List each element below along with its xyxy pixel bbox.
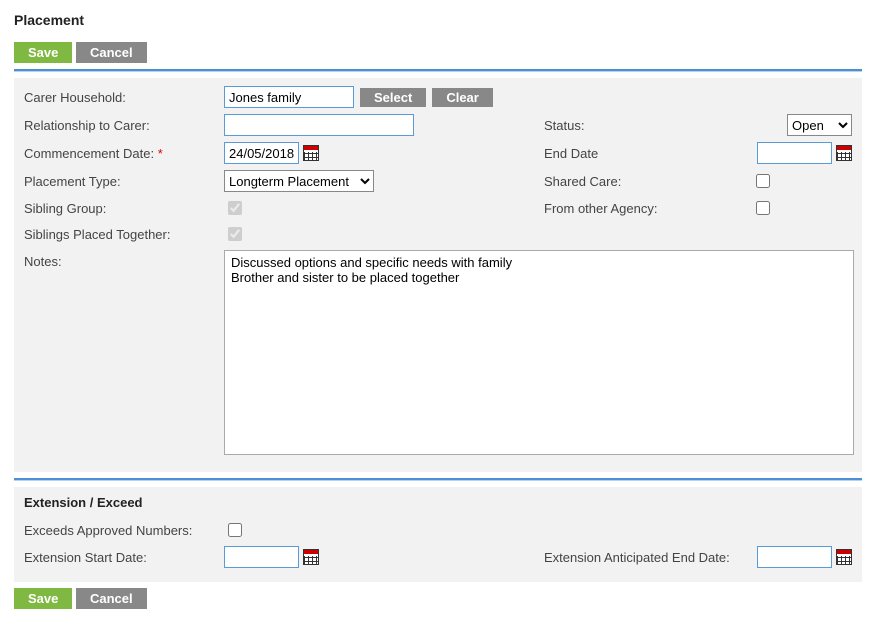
status-select[interactable]: Open (787, 114, 852, 136)
ext-start-input[interactable] (224, 546, 299, 568)
calendar-icon[interactable] (303, 549, 319, 565)
extension-heading: Extension / Exceed (24, 495, 852, 510)
notes-textarea[interactable] (224, 250, 854, 455)
save-button-bottom[interactable]: Save (14, 588, 72, 609)
from-other-agency-checkbox[interactable] (756, 201, 770, 215)
shared-care-checkbox[interactable] (756, 174, 770, 188)
bottom-button-row: Save Cancel (14, 588, 862, 609)
commencement-date-input[interactable] (224, 142, 299, 164)
cancel-button-top[interactable]: Cancel (76, 42, 147, 63)
relationship-label: Relationship to Carer: (24, 118, 224, 133)
calendar-icon[interactable] (836, 549, 852, 565)
divider-mid (14, 478, 862, 481)
clear-button[interactable]: Clear (432, 88, 493, 107)
save-button-top[interactable]: Save (14, 42, 72, 63)
page-title: Placement (14, 12, 862, 28)
top-button-row: Save Cancel (14, 42, 862, 63)
calendar-icon[interactable] (303, 145, 319, 161)
sibling-group-label: Sibling Group: (24, 201, 224, 216)
siblings-together-checkbox[interactable] (228, 227, 242, 241)
ext-end-input[interactable] (757, 546, 832, 568)
exceeds-checkbox[interactable] (228, 523, 242, 537)
relationship-input[interactable] (224, 114, 414, 136)
carer-household-controls: Select Clear (224, 86, 544, 108)
ext-end-label: Extension Anticipated End Date: (544, 550, 752, 565)
required-asterisk: * (158, 146, 163, 161)
cancel-button-bottom[interactable]: Cancel (76, 588, 147, 609)
placement-type-label: Placement Type: (24, 174, 224, 189)
shared-care-label: Shared Care: (544, 174, 752, 189)
extension-panel: Extension / Exceed Exceeds Approved Numb… (14, 487, 862, 582)
ext-start-label: Extension Start Date: (24, 550, 224, 565)
exceeds-label: Exceeds Approved Numbers: (24, 523, 224, 538)
placement-type-select[interactable]: Longterm Placement (224, 170, 374, 192)
placement-panel: Carer Household: Select Clear Relationsh… (14, 78, 862, 472)
end-date-input[interactable] (757, 142, 832, 164)
commencement-label: Commencement Date: * (24, 146, 224, 161)
sibling-group-checkbox[interactable] (228, 201, 242, 215)
end-date-label: End Date (544, 146, 752, 161)
select-button[interactable]: Select (360, 88, 426, 107)
siblings-together-label: Siblings Placed Together: (24, 227, 224, 242)
notes-label: Notes: (24, 250, 224, 269)
status-label: Status: (544, 118, 752, 133)
from-other-agency-label: From other Agency: (544, 201, 752, 216)
calendar-icon[interactable] (836, 145, 852, 161)
carer-household-label: Carer Household: (24, 90, 224, 105)
divider-top (14, 69, 862, 72)
carer-household-input[interactable] (224, 86, 354, 108)
